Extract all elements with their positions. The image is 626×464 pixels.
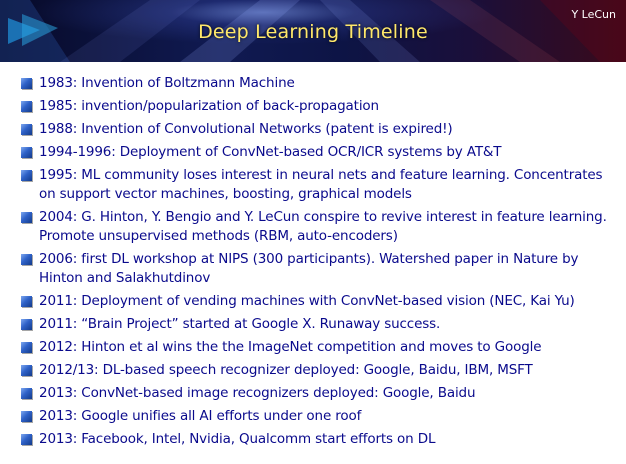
timeline-item: 2006: first DL workshop at NIPS (300 par… (21, 250, 621, 288)
timeline-item: 2013: ConvNet-based image recognizers de… (21, 384, 621, 403)
timeline-item-text: 2013: Facebook, Intel, Nvidia, Qualcomm … (39, 431, 436, 447)
timeline-item-text: 1994-1996: Deployment of ConvNet-based O… (39, 144, 502, 160)
timeline-item: 2012: Hinton et al wins the the ImageNet… (21, 338, 621, 357)
square-bullet-icon (21, 147, 32, 158)
timeline-list: 1983: Invention of Boltzmann Machine 198… (21, 74, 621, 453)
square-bullet-icon (21, 365, 32, 376)
timeline-item: 2013: Facebook, Intel, Nvidia, Qualcomm … (21, 430, 621, 449)
timeline-item: 2004: G. Hinton, Y. Bengio and Y. LeCun … (21, 208, 621, 246)
timeline-item: 1985: invention/popularization of back-p… (21, 97, 621, 116)
timeline-item: 1994-1996: Deployment of ConvNet-based O… (21, 143, 621, 162)
timeline-item: 1988: Invention of Convolutional Network… (21, 120, 621, 139)
timeline-item-text: 2004: G. Hinton, Y. Bengio and Y. LeCun … (39, 209, 607, 244)
timeline-item: 1995: ML community loses interest in neu… (21, 166, 621, 204)
timeline-item: 2011: “Brain Project” started at Google … (21, 315, 621, 334)
timeline-item-text: 2006: first DL workshop at NIPS (300 par… (39, 251, 579, 286)
header-banner: Y LeCun Deep Learning Timeline (0, 0, 626, 62)
slide-title: Deep Learning Timeline (198, 21, 428, 43)
square-bullet-icon (21, 411, 32, 422)
square-bullet-icon (21, 388, 32, 399)
timeline-item-text: 1995: ML community loses interest in neu… (39, 167, 603, 202)
square-bullet-icon (21, 170, 32, 181)
square-bullet-icon (21, 254, 32, 265)
timeline-item-text: 1983: Invention of Boltzmann Machine (39, 75, 295, 91)
timeline-item: 2013: Google unifies all AI efforts unde… (21, 407, 621, 426)
timeline-item: 2012/13: DL-based speech recognizer depl… (21, 361, 621, 380)
square-bullet-icon (21, 212, 32, 223)
slide: Y LeCun Deep Learning Timeline 1983: Inv… (0, 0, 626, 464)
timeline-item-text: 2012: Hinton et al wins the the ImageNet… (39, 339, 542, 355)
square-bullet-icon (21, 124, 32, 135)
timeline-item-text: 2013: ConvNet-based image recognizers de… (39, 385, 476, 401)
timeline-item-text: 1988: Invention of Convolutional Network… (39, 121, 453, 137)
author-label: Y LeCun (571, 8, 616, 21)
square-bullet-icon (21, 434, 32, 445)
timeline-item-text: 2013: Google unifies all AI efforts unde… (39, 408, 362, 424)
timeline-item: 2011: Deployment of vending machines wit… (21, 292, 621, 311)
timeline-item-text: 1985: invention/popularization of back-p… (39, 98, 379, 114)
timeline-item-text: 2011: Deployment of vending machines wit… (39, 293, 575, 309)
square-bullet-icon (21, 101, 32, 112)
square-bullet-icon (21, 319, 32, 330)
timeline-item: 1983: Invention of Boltzmann Machine (21, 74, 621, 93)
timeline-item-text: 2012/13: DL-based speech recognizer depl… (39, 362, 533, 378)
square-bullet-icon (21, 342, 32, 353)
square-bullet-icon (21, 296, 32, 307)
square-bullet-icon (21, 78, 32, 89)
timeline-item-text: 2011: “Brain Project” started at Google … (39, 316, 441, 332)
